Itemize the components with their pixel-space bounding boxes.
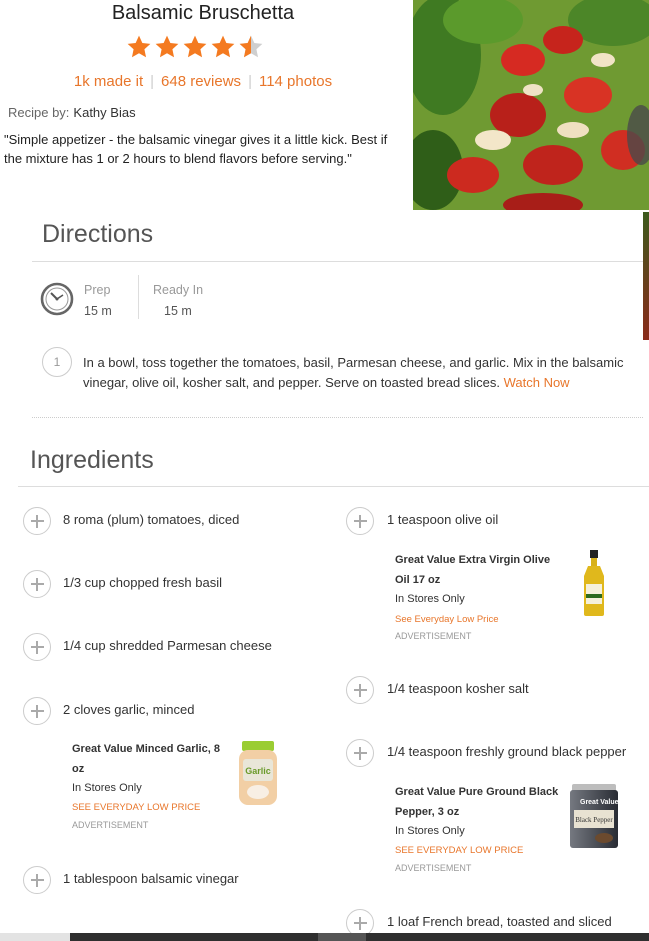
recipe-photo[interactable] [413, 0, 649, 210]
add-ingredient-plus-icon[interactable] [23, 866, 51, 894]
pepper-container-image[interactable]: Great Value Black Pepper [566, 782, 622, 850]
recipe-byline: Recipe by: Kathy Bias [8, 105, 136, 120]
add-ingredient-plus-icon[interactable] [23, 570, 51, 598]
scrollbar-thumb[interactable] [318, 933, 366, 941]
horizontal-scrollbar[interactable] [0, 933, 649, 941]
prep-value: 15 m [84, 304, 112, 318]
divider [32, 261, 643, 262]
made-it-link[interactable]: 1k made it [74, 73, 143, 90]
garlic-jar-image[interactable]: Garlic [236, 739, 280, 807]
ad-product-name[interactable]: oz [72, 759, 84, 779]
box-brand: Great Value [580, 799, 619, 806]
ingredient-item[interactable]: 1/4 cup shredded Parmesan cheese [63, 638, 272, 653]
ad-label: ADVERTISEMENT [72, 820, 149, 830]
ad-availability: In Stores Only [72, 782, 142, 794]
box-label: Black Pepper [575, 816, 613, 824]
add-ingredient-plus-icon[interactable] [23, 507, 51, 535]
ad-price-link[interactable]: SEE EVERYDAY LOW PRICE [395, 845, 523, 856]
ad-price-link[interactable]: See Everyday Low Price [395, 614, 499, 625]
author-link[interactable]: Kathy Bias [73, 105, 135, 120]
add-ingredient-plus-icon[interactable] [23, 697, 51, 725]
ingredient-item[interactable]: 8 roma (plum) tomatoes, diced [63, 512, 239, 527]
add-ingredient-plus-icon[interactable] [346, 676, 374, 704]
half-star-icon [239, 35, 263, 58]
jar-label: Garlic [245, 766, 271, 776]
star-icon [183, 35, 207, 58]
recipe-stats: 1k made it | 648 reviews | 114 photos [73, 73, 333, 90]
reviews-link[interactable]: 648 reviews [161, 73, 241, 90]
photo-edge [643, 212, 649, 340]
add-ingredient-plus-icon[interactable] [346, 739, 374, 767]
prep-label: Prep [84, 283, 111, 297]
olive-oil-bottle-image[interactable] [580, 548, 608, 618]
star-icon [155, 35, 179, 58]
ingredient-item[interactable]: 1 tablespoon balsamic vinegar [63, 871, 239, 886]
star-icon [211, 35, 235, 58]
recipe-description: "Simple appetizer - the balsamic vinegar… [4, 132, 388, 166]
star-icon [127, 35, 151, 58]
time-divider [138, 275, 139, 319]
watch-now-link[interactable]: Watch Now [504, 375, 570, 390]
ingredient-item[interactable]: 1/4 teaspoon freshly ground black pepper [387, 744, 626, 759]
ready-in-value: 15 m [164, 304, 192, 318]
scrollbar-left-segment [0, 933, 70, 941]
step-number: 1 [42, 347, 72, 377]
directions-section: Directions Prep 15 m Ready In 15 m 1 In … [32, 211, 643, 418]
divider [18, 486, 649, 487]
ad-label: ADVERTISEMENT [395, 863, 472, 873]
recipe-title: Balsamic Bruschetta [111, 2, 295, 24]
add-ingredient-plus-icon[interactable] [23, 633, 51, 661]
recipe-by-label: Recipe by: [8, 105, 70, 120]
ingredient-item[interactable]: 1 loaf French bread, toasted and sliced [387, 914, 612, 929]
add-ingredient-plus-icon[interactable] [346, 507, 374, 535]
ad-product-name[interactable]: Oil 17 oz [395, 570, 440, 590]
ad-label: ADVERTISEMENT [395, 631, 472, 641]
ad-product-name[interactable]: Great Value Extra Virgin Olive [395, 550, 550, 570]
ad-product-name[interactable]: Great Value Pure Ground Black [395, 782, 558, 802]
ad-price-link[interactable]: SEE EVERYDAY LOW PRICE [72, 802, 200, 813]
bruschetta-image [413, 0, 649, 210]
ready-in-label: Ready In [153, 283, 204, 297]
directions-heading: Directions [42, 220, 154, 248]
ad-product-name[interactable]: Pepper, 3 oz [395, 802, 459, 822]
ad-availability: In Stores Only [395, 825, 465, 837]
ingredient-item[interactable]: 1/4 teaspoon kosher salt [387, 681, 529, 696]
star-rating[interactable] [126, 34, 264, 60]
photos-link[interactable]: 114 photos [259, 73, 332, 90]
ingredients-heading: Ingredients [30, 446, 154, 474]
step-text: In a bowl, toss together the tomatoes, b… [83, 353, 638, 393]
ingredient-item[interactable]: 1/3 cup chopped fresh basil [63, 575, 222, 590]
ingredient-item[interactable]: 2 cloves garlic, minced [63, 702, 195, 717]
ingredient-item[interactable]: 1 teaspoon olive oil [387, 512, 498, 527]
ad-product-name[interactable]: Great Value Minced Garlic, 8 [72, 739, 220, 759]
ad-availability: In Stores Only [395, 593, 465, 605]
clock-icon [40, 282, 74, 316]
